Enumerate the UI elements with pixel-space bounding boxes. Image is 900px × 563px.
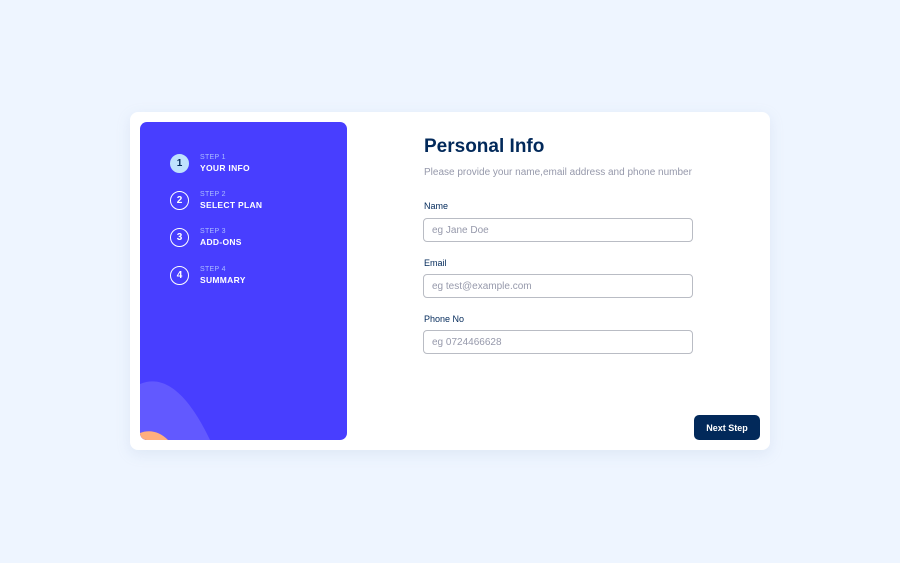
phone-label: Phone No	[424, 314, 465, 324]
name-label: Name	[424, 201, 449, 211]
step-caption: STEP 4	[200, 266, 226, 273]
page-subtitle: Please provide your name,email address a…	[424, 167, 692, 178]
next-step-button[interactable]: Next Step	[694, 415, 760, 440]
page-title: Personal Info	[424, 136, 545, 157]
step-title: SUMMARY	[200, 275, 246, 285]
phone-input[interactable]	[423, 330, 693, 354]
form-card: 1 STEP 1 YOUR INFO 2 STEP 2 SELECT PLAN …	[130, 112, 770, 450]
step-caption: STEP 3	[200, 228, 226, 235]
step-caption: STEP 2	[200, 191, 226, 198]
step-title: SELECT PLAN	[200, 200, 263, 210]
step-title: YOUR INFO	[200, 163, 250, 173]
step-title: ADD-ONS	[200, 237, 242, 247]
step-caption: STEP 1	[200, 154, 226, 161]
step-number-circle: 3	[170, 228, 189, 247]
email-label: Email	[424, 258, 447, 268]
name-input[interactable]	[423, 218, 693, 242]
email-input[interactable]	[423, 274, 693, 298]
step-number-circle: 2	[170, 191, 189, 210]
steps-sidebar: 1 STEP 1 YOUR INFO 2 STEP 2 SELECT PLAN …	[140, 122, 347, 440]
step-number-circle: 1	[170, 154, 189, 173]
decor-purple-shape	[140, 381, 210, 440]
step-number-circle: 4	[170, 266, 189, 285]
